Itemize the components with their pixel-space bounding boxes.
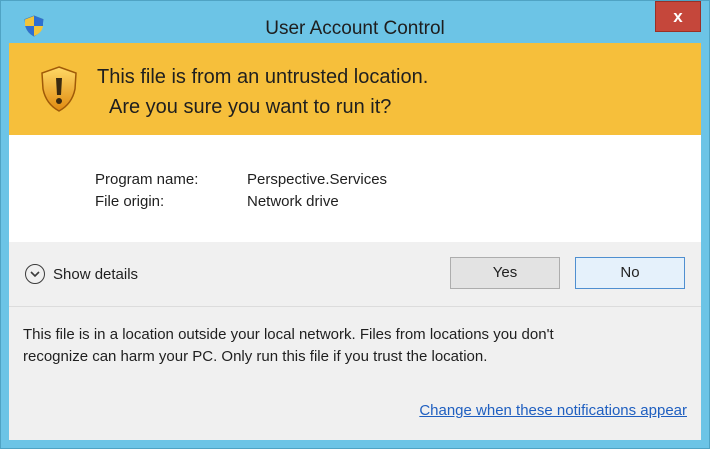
location-warning-line-2: recognize can harm your PC. Only run thi… <box>23 348 488 365</box>
show-details-label: Show details <box>53 265 139 283</box>
action-bar: Show details Yes No <box>9 242 701 307</box>
file-origin-label: File origin: <box>95 193 165 210</box>
info-footer: This file is in a location outside your … <box>9 307 701 440</box>
warning-shield-icon <box>41 66 77 112</box>
close-icon: x <box>673 7 683 26</box>
yes-button[interactable]: Yes <box>450 257 560 289</box>
file-details: Program name: Perspective.Services File … <box>9 135 701 242</box>
no-button[interactable]: No <box>575 257 685 289</box>
warning-line-1: This file is from an untrusted location. <box>97 66 429 88</box>
program-name-label: Program name: <box>95 171 199 188</box>
close-button[interactable]: x <box>655 1 701 32</box>
title-bar: User Account Control x <box>1 1 709 43</box>
location-warning-text: This file is in a location outside your … <box>23 324 691 368</box>
location-warning-line-1: This file is in a location outside your … <box>23 326 554 343</box>
show-details-toggle[interactable]: Show details <box>25 262 138 286</box>
warning-banner: This file is from an untrusted location.… <box>9 43 701 135</box>
uac-dialog: User Account Control x This file is from… <box>0 0 710 449</box>
window-title: User Account Control <box>265 18 445 39</box>
program-name-value: Perspective.Services <box>247 171 388 188</box>
notification-settings-link[interactable]: Change when these notifications appear <box>419 402 687 419</box>
warning-headline: This file is from an untrusted location.… <box>97 62 677 122</box>
file-origin-value: Network drive <box>247 193 339 210</box>
warning-line-2: Are you sure you want to run it? <box>109 96 392 118</box>
chevron-down-circle-icon <box>25 264 45 284</box>
